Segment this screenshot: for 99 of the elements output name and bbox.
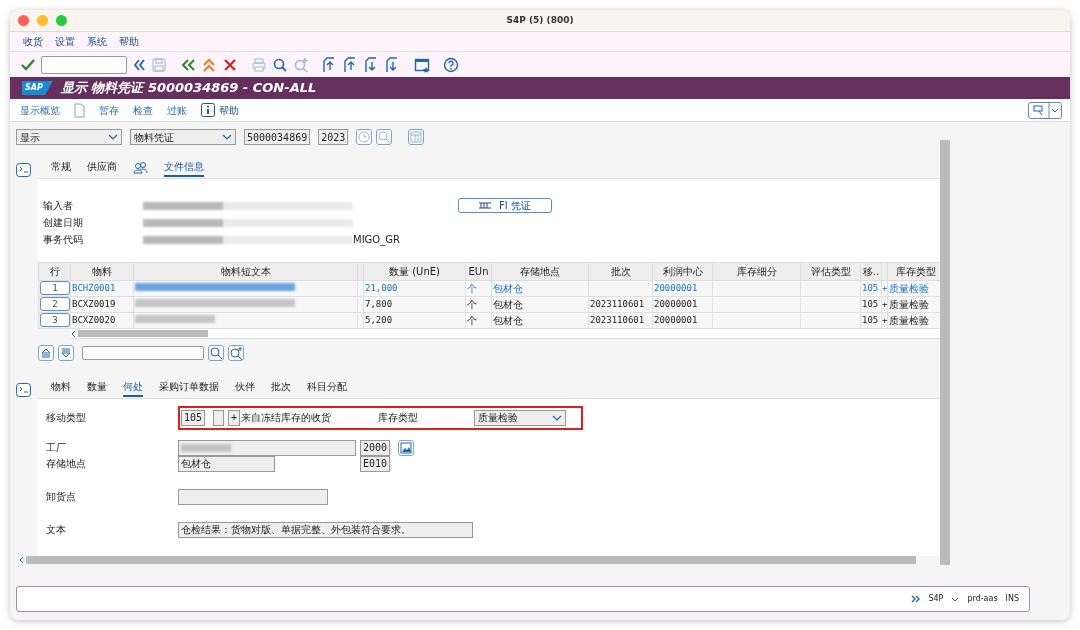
help-button[interactable]: 帮助: [201, 102, 239, 118]
field-label: 存储地点: [46, 457, 87, 471]
help-label: 帮助: [219, 103, 239, 118]
sort-ascending-button[interactable]: [38, 345, 54, 361]
column-header: 物料短文本: [133, 262, 358, 281]
system-name: S4P: [928, 593, 944, 605]
tab[interactable]: 供应商: [87, 159, 117, 177]
toolbar-button[interactable]: 暂存: [99, 102, 119, 118]
chevron-down-icon: [222, 133, 232, 141]
double-up-icon[interactable]: [201, 56, 217, 73]
search-next-button[interactable]: [228, 345, 244, 361]
dropdown[interactable]: 显示: [16, 129, 122, 145]
double-left-icon[interactable]: [180, 56, 196, 73]
column-header: 存储地点: [491, 262, 589, 281]
tab[interactable]: 伙伴: [235, 379, 255, 397]
field-label: 移动类型: [46, 411, 87, 425]
scroll-left-icon[interactable]: [18, 556, 26, 564]
field-value: MIGO_GR: [353, 233, 400, 247]
search-icon[interactable]: [272, 56, 288, 73]
column-header: 物料: [70, 262, 134, 281]
toolbar-button[interactable]: 显示概览: [20, 102, 60, 118]
scroll-left-icon[interactable]: [70, 329, 78, 338]
tab[interactable]: 物料: [51, 379, 71, 397]
sort-descending-button[interactable]: [58, 345, 74, 361]
plant-code-field: 2000: [360, 439, 391, 456]
expand-icon[interactable]: [911, 595, 921, 603]
dropdown-value: 显示: [20, 130, 40, 145]
input-mode: INS: [1005, 593, 1019, 605]
column-header: EUn: [465, 262, 492, 281]
field-label: 创建日期: [43, 216, 84, 230]
field-label: 卸货点: [46, 490, 77, 504]
column-header: 评估类型: [800, 262, 861, 281]
tab[interactable]: 科目分配: [307, 379, 347, 397]
clock-button[interactable]: [356, 129, 373, 145]
help-icon[interactable]: [443, 56, 459, 73]
table-cell: +: [881, 280, 888, 297]
server-name: prd-aas: [967, 593, 998, 605]
sign-field: +: [228, 409, 241, 426]
ledger-icon: [479, 202, 492, 209]
tab[interactable]: 常规: [51, 159, 71, 177]
year-field[interactable]: 2023: [318, 129, 349, 145]
search-button[interactable]: [376, 129, 393, 145]
sort-descending-icon: [61, 348, 71, 358]
dropdown-value: 物料凭证: [134, 130, 174, 145]
picture-button[interactable]: [398, 439, 415, 456]
command-field[interactable]: [41, 55, 127, 74]
field-label: 事务代码: [43, 233, 84, 247]
collapse-button[interactable]: [16, 383, 31, 397]
table-cell: +: [881, 296, 888, 313]
scrollbar-thumb[interactable]: [26, 556, 916, 564]
field-label: 文本: [46, 523, 67, 537]
row-button[interactable]: 2: [40, 297, 70, 312]
scrollbar-thumb[interactable]: [78, 330, 208, 337]
toolbar-button[interactable]: 检查: [133, 102, 153, 118]
column-header: 数量 (UnE): [363, 262, 466, 281]
sort-ascending-icon: [41, 348, 51, 358]
row-button[interactable]: 1: [40, 281, 70, 296]
menu-item[interactable]: 收货: [23, 34, 43, 49]
column-header: 行: [38, 262, 71, 281]
layout-menu-button[interactable]: [1028, 102, 1062, 119]
menu-item[interactable]: 帮助: [119, 34, 139, 49]
tab[interactable]: 数量: [87, 379, 107, 397]
window-title: S4P (5) (800): [506, 14, 574, 25]
tab[interactable]: 采购订单数据: [159, 379, 219, 397]
search-button[interactable]: [208, 345, 224, 361]
column-header: 批次: [588, 262, 653, 281]
fi-document-button[interactable]: FI 凭证: [458, 198, 552, 213]
dropdown[interactable]: 物料凭证: [130, 129, 236, 145]
menu-item[interactable]: 系统: [87, 34, 107, 49]
scrollbar-thumb[interactable]: [940, 140, 950, 565]
close-icon[interactable]: [222, 56, 238, 73]
field-label: 输入者: [43, 199, 74, 213]
search-field[interactable]: [82, 346, 204, 360]
chevron-down-icon[interactable]: [951, 595, 960, 603]
movement-type-text: 来自冻结库存的收货: [241, 411, 333, 425]
document-number-field[interactable]: 5000034869: [244, 129, 311, 145]
chevron-down-icon: [108, 133, 118, 141]
table-button[interactable]: [408, 129, 425, 145]
chevron-down-icon: [552, 413, 563, 422]
column-header: 利润中心: [652, 262, 713, 281]
movement-type-field: 105: [181, 409, 206, 426]
sap-logo: SAP: [22, 81, 53, 95]
table-cell: +: [881, 312, 888, 329]
menu-item[interactable]: 设置: [55, 34, 75, 49]
row-button[interactable]: 3: [40, 313, 70, 328]
info-icon: [201, 103, 215, 117]
dropdown-value: 质量检验: [478, 411, 519, 425]
field-label: 库存类型: [378, 411, 420, 425]
column-header: 库存细分: [712, 262, 801, 281]
special-stock-field: [213, 409, 225, 426]
collapse-button[interactable]: [16, 163, 31, 177]
column-header: 移..: [860, 262, 882, 281]
tab[interactable]: 批次: [271, 379, 291, 397]
field-label: 工厂: [46, 441, 67, 455]
people-icon[interactable]: [133, 161, 148, 177]
toolbar-button[interactable]: 过账: [167, 102, 187, 118]
close-button[interactable]: [18, 15, 29, 26]
dropdown[interactable]: 质量检验: [474, 409, 567, 426]
screen-title: 显示 物料凭证 5000034869 - CON-ALL: [60, 79, 317, 98]
